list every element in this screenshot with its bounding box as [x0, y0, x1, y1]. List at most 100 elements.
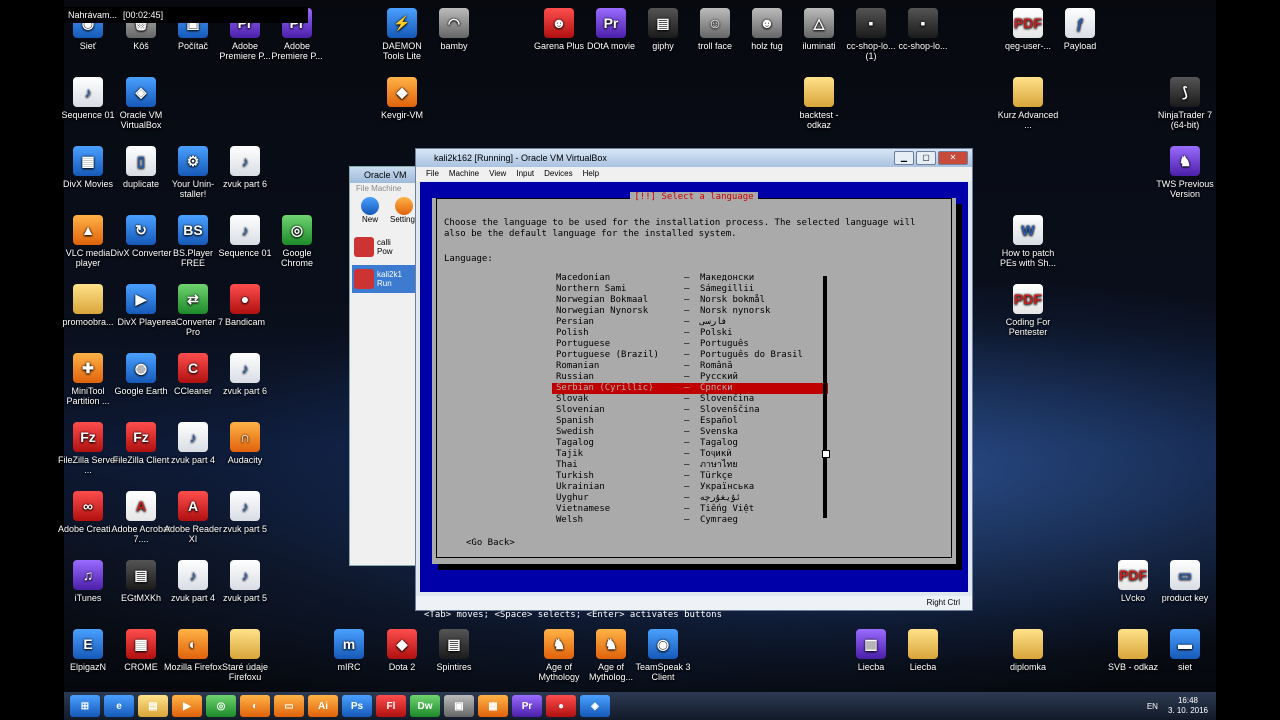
settings-button[interactable]: Settings — [390, 195, 419, 229]
language-option[interactable]: Tajik – Тоҷикӣ — [552, 449, 828, 460]
language-option[interactable]: Polish – Polski — [552, 328, 828, 339]
app-icon: ▪ — [908, 8, 938, 38]
media-player-taskbar-icon[interactable]: ▶ — [172, 695, 202, 717]
ie-taskbar-icon[interactable]: e — [104, 695, 134, 717]
language-list[interactable]: Macedonian – Македонски Northern Sami – Sámeg… — [552, 273, 828, 526]
desktop-icon[interactable]: ▤ Spintires — [423, 629, 485, 672]
start-button[interactable]: ⊞ — [70, 695, 100, 717]
chrome-taskbar-icon[interactable]: ◎ — [206, 695, 236, 717]
desktop-icon[interactable]: W How to patch PEs with Sh... — [997, 215, 1059, 268]
desktop-icon[interactable]: backtest - odkaz — [788, 77, 850, 130]
office-taskbar-icon[interactable]: ▭ — [274, 695, 304, 717]
list-scroll-thumb[interactable] — [822, 450, 830, 458]
menu-item[interactable]: Input — [516, 167, 534, 181]
language-option[interactable]: Persian – فارسی — [552, 317, 828, 328]
language-option[interactable]: Macedonian – Македонски — [552, 273, 828, 284]
list-scrollbar[interactable] — [823, 276, 827, 518]
menu-item[interactable]: View — [489, 167, 506, 181]
menu-item[interactable]: Machine — [449, 167, 479, 181]
desktop-icon[interactable]: Staré údaje Firefoxu — [214, 629, 276, 682]
vm-entry-calli[interactable]: calli Pow — [352, 233, 424, 261]
language-option[interactable]: Norwegian Bokmaal – Norsk bokmål — [552, 295, 828, 306]
office2-taskbar-icon[interactable]: ▦ — [478, 695, 508, 717]
recorder-bar[interactable]: Nahrávam... [00:02:45] — [64, 7, 308, 23]
app-icon: ⚙ — [178, 146, 208, 176]
app-icon: A — [178, 491, 208, 521]
illustrator-taskbar-icon[interactable]: Ai — [308, 695, 338, 717]
settings-icon — [395, 197, 413, 215]
premiere-taskbar-icon[interactable]: Pr — [512, 695, 542, 717]
desktop-icon[interactable]: ● Bandicam — [214, 284, 276, 327]
dreamweaver-taskbar-icon[interactable]: Dw — [410, 695, 440, 717]
desktop-icon[interactable]: ◆ Kevgir-VM — [371, 77, 433, 120]
language-option[interactable]: Portuguese – Português — [552, 339, 828, 350]
desktop-icon[interactable]: ♪ zvuk part 5 — [214, 560, 276, 603]
desktop-icon[interactable]: ⟆ NinjaTrader 7 (64-bit) — [1154, 77, 1216, 130]
desktop-icon[interactable]: ♪ zvuk part 6 — [214, 353, 276, 396]
flash-taskbar-icon[interactable]: Fl — [376, 695, 406, 717]
language-option[interactable]: Russian – Русский — [552, 372, 828, 383]
language-option[interactable]: Norwegian Nynorsk – Norsk nynorsk — [552, 306, 828, 317]
guest-screen[interactable]: [!!] Select a language Choose the langua… — [420, 182, 968, 620]
language-option[interactable]: Welsh – Cymraeg — [552, 515, 828, 526]
vm-menubar: File Machine View Input Devices Help — [416, 167, 972, 181]
language-option[interactable]: Uyghur – ئۇيغۇرچە — [552, 493, 828, 504]
language-indicator[interactable]: EN — [1147, 702, 1158, 711]
go-back-button[interactable]: <Go Back> — [466, 538, 515, 548]
language-option[interactable]: Vietnamese – Tiếng Việt — [552, 504, 828, 515]
language-option[interactable]: Slovenian – Slovenščina — [552, 405, 828, 416]
language-option[interactable]: Slovak – Slovenčina — [552, 394, 828, 405]
desktop-icon[interactable]: ◉ TeamSpeak 3 Client — [632, 629, 694, 682]
virtualbox-taskbar-icon[interactable]: ◈ — [580, 695, 610, 717]
desktop-icon[interactable]: ◈ Oracle VM VirtualBox — [110, 77, 172, 130]
menu-item[interactable]: Devices — [544, 167, 572, 181]
photoshop-taskbar-icon[interactable]: Ps — [342, 695, 372, 717]
desktop-icon[interactable]: ◎ Google Chrome — [266, 215, 328, 268]
bandicam-taskbar-icon[interactable]: ● — [546, 695, 576, 717]
desktop-icon[interactable]: diplomka — [997, 629, 1059, 672]
desktop-icon[interactable]: ▬ siet — [1154, 629, 1216, 672]
firefox-taskbar-icon[interactable]: ◐ — [240, 695, 270, 717]
language-option[interactable]: Romanian – Română — [552, 361, 828, 372]
language-option[interactable]: Serbian (Cyrillic) – Српски — [552, 383, 828, 394]
clock[interactable]: 16:48 3. 10. 2016 — [1168, 696, 1208, 716]
menu-item[interactable]: File — [426, 167, 439, 181]
close-button[interactable]: ✕ — [938, 151, 968, 165]
language-option[interactable]: Spanish – Español — [552, 416, 828, 427]
language-option[interactable]: Tagalog – Tagalog — [552, 438, 828, 449]
desktop-icon[interactable]: ƒ Payload — [1049, 8, 1111, 51]
app-icon: ◍ — [126, 353, 156, 383]
desktop-icon[interactable]: ♪ zvuk part 5 — [214, 491, 276, 534]
desktop-icon[interactable]: ◠ bamby — [423, 8, 485, 51]
virtualbox-vm-window[interactable]: kali2k162 [Running] - Oracle VM VirtualB… — [415, 148, 973, 620]
language-option[interactable]: Ukrainian – Українська — [552, 482, 828, 493]
desktop-icon[interactable]: Kurz Advanced ... — [997, 77, 1059, 130]
app-icon: ☻ — [752, 8, 782, 38]
vm-entry-kali[interactable]: kali2k1 Run — [352, 265, 424, 293]
desktop-icon-label: Sieť — [79, 41, 97, 51]
desktop-icon[interactable]: ∩ Audacity — [214, 422, 276, 465]
desktop-icon[interactable]: PDF Coding For Pentester — [997, 284, 1059, 337]
desktop-icon-label: Staré údaje Firefoxu — [221, 662, 269, 682]
app-taskbar-icon[interactable]: ▣ — [444, 695, 474, 717]
new-button[interactable]: New — [356, 195, 384, 229]
language-option[interactable]: Northern Sami – Sámegillii — [552, 284, 828, 295]
language-option[interactable]: Turkish – Türkçe — [552, 471, 828, 482]
desktop-icon[interactable]: ▪ cc-shop-lo... — [892, 8, 954, 51]
separator: – — [684, 328, 690, 338]
maximize-button[interactable]: ▢ — [916, 151, 936, 165]
menu-item[interactable]: Help — [583, 167, 599, 181]
desktop-icon[interactable]: Liecba — [892, 629, 954, 672]
vm-window-titlebar[interactable]: kali2k162 [Running] - Oracle VM VirtualB… — [416, 149, 972, 167]
minimize-button[interactable]: ▁ — [894, 151, 914, 165]
desktop-icon[interactable]: ▭ product key — [1154, 560, 1216, 603]
language-option[interactable]: Portuguese (Brazil) – Português do Brasil — [552, 350, 828, 361]
app-icon: ∞ — [73, 491, 103, 521]
language-option[interactable]: Thai – ภาษาไทย — [552, 460, 828, 471]
separator: – — [684, 482, 690, 492]
language-option[interactable]: Swedish – Svenska — [552, 427, 828, 438]
language-native: Svenska — [700, 427, 738, 437]
explorer-taskbar-icon[interactable]: ▤ — [138, 695, 168, 717]
desktop-icon[interactable]: ♪ zvuk part 6 — [214, 146, 276, 189]
desktop-icon[interactable]: ♞ TWS Previous Version — [1154, 146, 1216, 199]
